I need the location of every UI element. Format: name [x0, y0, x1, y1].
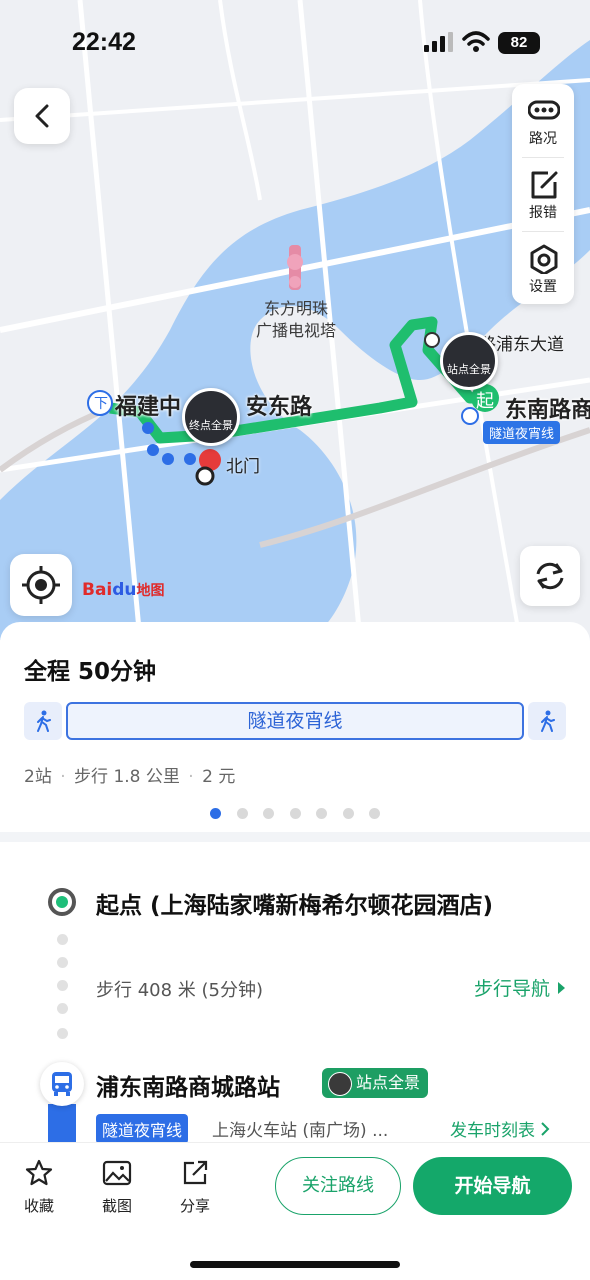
path-dot [57, 957, 68, 968]
follow-route-button[interactable]: 关注路线 [275, 1157, 401, 1215]
walk-segment [528, 702, 566, 740]
map-view[interactable]: 22:42 82 路况 报错 设置 东方明珠 广播电视塔 下 福建中 安东路 东… [0, 0, 590, 640]
traffic-icon [528, 100, 560, 120]
start-point-icon [48, 888, 76, 916]
road-label-pudong-south: 东南路商 [505, 398, 590, 423]
bus-line-segment: 隧道夜宵线 [66, 702, 524, 740]
bottom-action-bar: 收藏 截图 分享 关注路线 开始导航 [0, 1142, 590, 1280]
stop-count: 2站 [24, 767, 52, 787]
status-bar: 22:42 82 [0, 0, 590, 88]
page-dot[interactable] [289, 808, 301, 819]
route-steps: 起点 (上海陆家嘴新梅希尔顿花园酒店) 步行 408 米 (5分钟) 步行导航 … [0, 842, 590, 1144]
back-button[interactable] [14, 88, 70, 144]
traffic-button[interactable]: 路况 [512, 84, 574, 156]
tower-icon-ball [289, 276, 301, 288]
landmark-label[interactable]: 东方明珠 广播电视塔 [248, 298, 344, 342]
walking-icon [541, 710, 555, 732]
page-indicator[interactable] [210, 804, 396, 823]
settings-button[interactable]: 设置 [512, 232, 574, 304]
start-navigation-button[interactable]: 开始导航 [413, 1157, 572, 1215]
path-dot [57, 1003, 68, 1014]
chevron-left-icon [35, 104, 49, 128]
walk-dot [162, 453, 174, 465]
status-time: 22:42 [72, 28, 136, 56]
refresh-route-button[interactable] [520, 546, 580, 606]
start-point-label: 起点 (上海陆家嘴新梅希尔顿花园酒店) [96, 893, 494, 919]
fare: 2 元 [202, 767, 236, 787]
bus-direction: 上海火车站 (南广场) ... [212, 1121, 389, 1141]
page-dot[interactable] [263, 808, 274, 819]
walk-navigation-link[interactable]: 步行导航 [474, 974, 566, 1001]
share-button[interactable]: 分享 [165, 1159, 225, 1216]
battery-indicator: 82 [498, 32, 540, 54]
baidu-logo: Baidu地图 [82, 580, 165, 600]
start-marker: 起 [476, 391, 494, 412]
end-panorama-marker[interactable]: 终点全景 [182, 388, 240, 446]
locate-icon [22, 566, 60, 604]
traffic-label: 路况 [529, 131, 557, 147]
timetable-link[interactable]: 发车时刻表 [450, 1116, 550, 1141]
edit-report-icon [531, 171, 558, 199]
end-panorama-label: 终点全景 [189, 419, 233, 432]
report-error-button[interactable]: 报错 [512, 158, 574, 230]
station-panorama-marker[interactable]: 站点全景 [440, 332, 498, 390]
stop-marker [424, 332, 440, 348]
route-tag-label: 隧道夜宵线 [483, 421, 561, 444]
share-label: 分享 [179, 1197, 210, 1215]
walk-dot [142, 422, 154, 434]
page-dot[interactable] [316, 808, 327, 819]
landmark-line1: 东方明珠 [263, 299, 328, 318]
chevron-right-icon [541, 1122, 550, 1136]
star-icon [25, 1159, 53, 1186]
station-panorama-label: 站点全景 [447, 363, 491, 376]
walk-dot [184, 453, 196, 465]
share-icon [183, 1160, 208, 1185]
walk-dot [147, 444, 159, 456]
refresh-icon [536, 562, 564, 590]
locate-me-button[interactable] [10, 554, 72, 616]
screenshot-button[interactable]: 截图 [87, 1159, 147, 1216]
end-point-icon [195, 466, 215, 486]
triangle-right-icon [558, 982, 566, 994]
page-dot[interactable] [342, 808, 354, 819]
page-dot[interactable] [369, 808, 380, 819]
north-gate-label: 北门 [226, 457, 260, 477]
total-duration: 全程 50分钟 [24, 659, 157, 685]
bus-stop-icon [40, 1062, 84, 1106]
report-error-label: 报错 [529, 205, 557, 221]
route-meta: 2站 · 步行 1.8 公里 · 2 元 [24, 767, 236, 787]
stop-panorama-button[interactable]: 站点全景 [322, 1068, 429, 1098]
path-dot [57, 980, 68, 991]
bus-stop-name: 浦东南路商城路站 [96, 1075, 280, 1101]
favorite-button[interactable]: 收藏 [9, 1159, 69, 1216]
map-tools-panel: 路况 报错 设置 [512, 84, 574, 304]
page-dot[interactable] [236, 808, 248, 819]
path-dot [57, 934, 68, 945]
settings-icon [530, 244, 558, 274]
page-dot[interactable] [210, 808, 221, 819]
walking-icon [37, 710, 51, 732]
walk-segment [24, 702, 62, 740]
settings-label: 设置 [529, 279, 557, 295]
tower-icon-ball [287, 254, 303, 270]
route-summary-card[interactable]: 全程 50分钟 隧道夜宵线 2站 · 步行 1.8 公里 · 2 元 [0, 622, 590, 832]
favorite-label: 收藏 [23, 1197, 54, 1215]
home-indicator [190, 1261, 400, 1268]
walk-distance: 步行 1.8 公里 [74, 767, 180, 787]
down-marker: 下 [94, 396, 108, 412]
bus-route-bar [48, 1104, 76, 1144]
wifi-icon [462, 31, 490, 52]
road-label-yanan: 安东路 [246, 395, 313, 420]
bus-icon [52, 1072, 72, 1096]
cellular-signal-icon [424, 32, 453, 52]
landmark-line2: 广播电视塔 [255, 321, 336, 340]
screenshot-label: 截图 [101, 1197, 132, 1215]
image-icon [102, 1160, 132, 1186]
path-dot [57, 1028, 68, 1039]
road-label-fujian: 福建中 [115, 395, 182, 420]
bus-line-tag[interactable]: 隧道夜宵线 [96, 1114, 189, 1144]
walk-step-text: 步行 408 米 (5分钟) [96, 980, 264, 1001]
